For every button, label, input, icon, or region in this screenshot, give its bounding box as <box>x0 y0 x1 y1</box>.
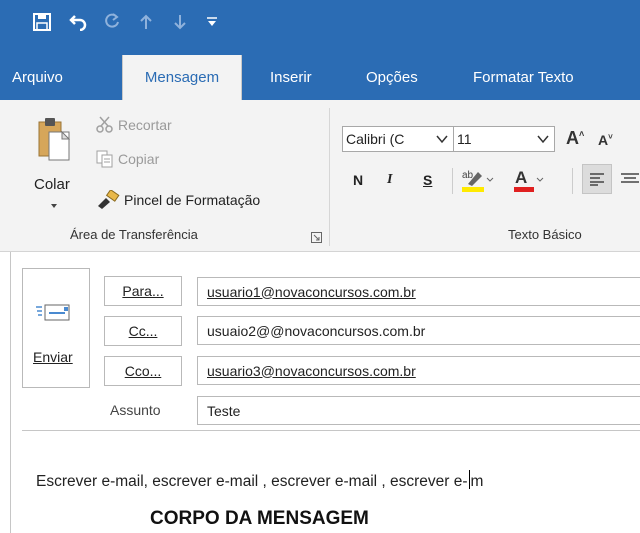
to-value: usuario1@novaconcursos.com.br <box>207 283 416 300</box>
separator <box>452 168 453 194</box>
bcc-field[interactable]: usuario3@novaconcursos.com.br <box>197 356 640 385</box>
chevron-down-icon <box>435 132 449 149</box>
bcc-button[interactable]: Cco... <box>104 356 182 386</box>
quick-access-toolbar <box>0 0 640 44</box>
shrink-font-icon[interactable]: A˅ <box>598 132 613 148</box>
grow-font-icon[interactable]: A˄ <box>566 128 584 149</box>
cc-value: usuaio2@@novaconcursos.com.br <box>207 322 426 339</box>
ribbon-tabs: Arquivo Mensagem Inserir Opções Formatar… <box>0 44 640 100</box>
highlight-icon[interactable]: ab <box>460 166 494 197</box>
chevron-down-icon <box>536 132 550 149</box>
bold-button[interactable]: N <box>353 172 363 188</box>
text-caret <box>468 470 470 489</box>
scissors-icon <box>96 116 114 134</box>
to-field[interactable]: usuario1@novaconcursos.com.br <box>197 277 640 306</box>
bcc-label: Cco... <box>124 363 162 379</box>
body-text-before-caret: Escrever e-mail, escrever e-mail , escre… <box>36 473 468 490</box>
to-button[interactable]: Para... <box>104 276 182 306</box>
tab-arquivo[interactable]: Arquivo <box>4 55 71 100</box>
subject-value: Teste <box>207 402 241 419</box>
svg-text:A: A <box>515 168 527 187</box>
italic-button[interactable]: I <box>387 172 392 188</box>
cut-button[interactable]: Recortar <box>96 116 172 134</box>
align-center-icon[interactable] <box>620 172 640 189</box>
message-body-text[interactable]: Escrever e-mail, escrever e-mail , escre… <box>36 470 483 491</box>
svg-text:ab: ab <box>462 170 474 181</box>
cc-field[interactable]: usuaio2@@novaconcursos.com.br <box>197 316 640 345</box>
customize-qat-icon[interactable] <box>200 8 224 36</box>
paintbrush-icon <box>96 190 120 210</box>
copy-button[interactable]: Copiar <box>96 150 159 168</box>
message-body-heading: CORPO DA MENSAGEM <box>150 508 369 529</box>
chevron-down-icon <box>50 196 58 212</box>
font-size-combo[interactable]: 11 <box>453 126 555 152</box>
separator <box>572 168 573 194</box>
font-size-value: 11 <box>457 131 472 147</box>
underline-button[interactable]: S <box>423 172 432 188</box>
font-name-value: Calibri (C <box>346 131 405 147</box>
subject-label: Assunto <box>110 402 161 418</box>
align-left-icon <box>590 173 604 186</box>
cut-label: Recortar <box>118 117 172 133</box>
basic-text-group-label: Texto Básico <box>508 227 582 242</box>
clipboard-icon <box>38 118 70 161</box>
header-divider <box>22 430 640 431</box>
arrow-down-icon[interactable] <box>168 8 192 36</box>
envelope-icon <box>35 303 75 326</box>
font-color-icon[interactable]: A <box>512 166 546 197</box>
paste-button[interactable]: Colar <box>26 116 82 210</box>
copy-label: Copiar <box>118 151 160 167</box>
tab-inserir[interactable]: Inserir <box>262 55 320 100</box>
left-border <box>10 252 11 533</box>
subject-field[interactable]: Teste <box>197 396 640 425</box>
format-painter-button[interactable]: Pincel de Formatação <box>96 190 260 210</box>
undo-icon[interactable] <box>64 8 92 36</box>
tab-mensagem[interactable]: Mensagem <box>122 55 242 100</box>
paste-label: Colar <box>34 176 70 193</box>
clipboard-group-label: Área de Transferência <box>70 227 198 242</box>
font-name-combo[interactable]: Calibri (C <box>342 126 454 152</box>
send-button[interactable]: Enviar <box>22 268 90 388</box>
save-icon[interactable] <box>28 8 56 36</box>
group-separator <box>329 108 330 246</box>
format-painter-label: Pincel de Formatação <box>124 192 261 208</box>
cc-label: Cc... <box>128 323 158 339</box>
redo-icon[interactable] <box>98 8 126 36</box>
align-left-button[interactable] <box>582 164 612 194</box>
to-label: Para... <box>122 283 164 299</box>
cc-button[interactable]: Cc... <box>104 316 182 346</box>
bcc-value: usuario3@novaconcursos.com.br <box>207 362 416 379</box>
body-text-after-caret: m <box>470 473 484 490</box>
tab-opcoes[interactable]: Opções <box>358 55 426 100</box>
send-label: Enviar <box>33 349 73 365</box>
dialog-launcher-icon[interactable] <box>311 230 322 246</box>
arrow-up-icon[interactable] <box>134 8 158 36</box>
copy-icon <box>96 150 114 168</box>
tab-formatar-texto[interactable]: Formatar Texto <box>465 55 582 100</box>
